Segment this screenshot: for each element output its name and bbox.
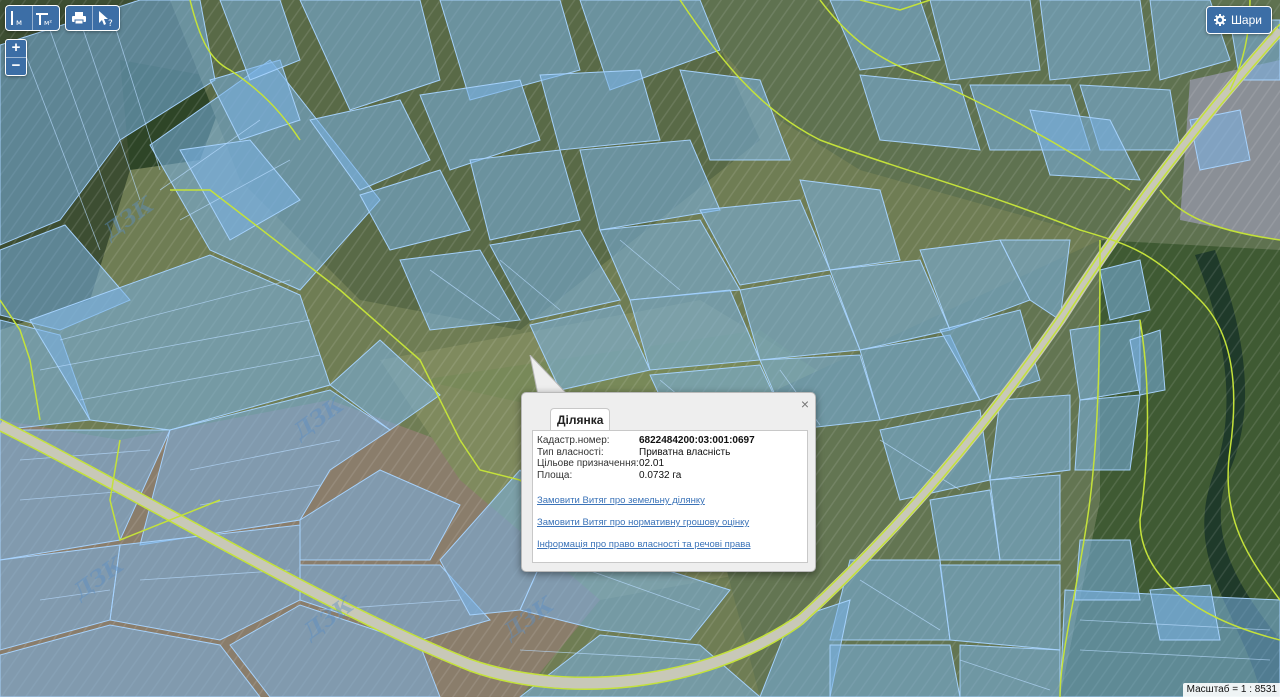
cursor-question-icon: ? <box>99 11 113 27</box>
svg-text:м²: м² <box>44 19 52 27</box>
svg-text:м: м <box>16 18 22 27</box>
zoom-in-button[interactable]: + <box>6 40 26 57</box>
parcel-popup: × Ділянка Кадастр.номер: 6822484200:03:0… <box>521 392 816 572</box>
tab-parcel[interactable]: Ділянка <box>550 408 611 431</box>
field-area: Площа: 0.0732 га <box>537 470 803 482</box>
popup-content: Кадастр.номер: 6822484200:03:001:0697 Ти… <box>532 430 808 563</box>
field-cadastral-number: Кадастр.номер: 6822484200:03:001:0697 <box>537 435 803 447</box>
map-canvas[interactable]: ДЗК ДЗК ДЗК ДЗК ДЗК <box>0 0 1280 697</box>
order-land-extract-link[interactable]: Замовити Витяг про земельну ділянку <box>537 495 803 506</box>
identify-button[interactable]: ? <box>93 6 119 30</box>
measure-toolbar: м м² <box>5 5 60 31</box>
layers-button[interactable]: Шари <box>1205 6 1272 34</box>
area-ruler-icon: м² <box>36 13 52 27</box>
field-value: 6822484200:03:001:0697 <box>639 435 755 446</box>
field-purpose: Цільове призначення: 02.01 <box>537 458 803 470</box>
tools-toolbar: ? <box>65 5 120 31</box>
field-value: Приватна власність <box>639 446 731 458</box>
field-ownership-type: Тип власності: Приватна власність <box>537 447 803 459</box>
ownership-rights-info-link[interactable]: Інформація про право власності та речові… <box>537 539 803 550</box>
print-button[interactable] <box>66 6 93 30</box>
gear-icon <box>1213 14 1226 26</box>
field-value: 02.01 <box>639 458 665 469</box>
field-label: Цільове призначення: <box>537 458 639 469</box>
popup-pointer <box>529 355 568 396</box>
measure-distance-button[interactable]: м <box>6 6 33 30</box>
layers-button-label: Шари <box>1230 13 1262 27</box>
measure-area-button[interactable]: м² <box>33 6 59 30</box>
order-valuation-extract-link[interactable]: Замовити Витяг про нормативну грошову оц… <box>537 517 803 528</box>
svg-text:?: ? <box>108 19 113 27</box>
field-label: Тип власності: <box>537 446 604 458</box>
map-scale: Масштаб = 1 : 8531 <box>1182 683 1280 697</box>
printer-icon <box>72 12 86 25</box>
zoom-control: + − <box>5 39 27 76</box>
zoom-out-button[interactable]: − <box>6 57 26 75</box>
ruler-icon: м <box>11 11 22 27</box>
field-label: Площа: <box>537 469 573 481</box>
field-label: Кадастр.номер: <box>537 435 610 446</box>
field-value: 0.0732 га <box>639 469 682 481</box>
close-icon[interactable]: × <box>801 397 809 411</box>
